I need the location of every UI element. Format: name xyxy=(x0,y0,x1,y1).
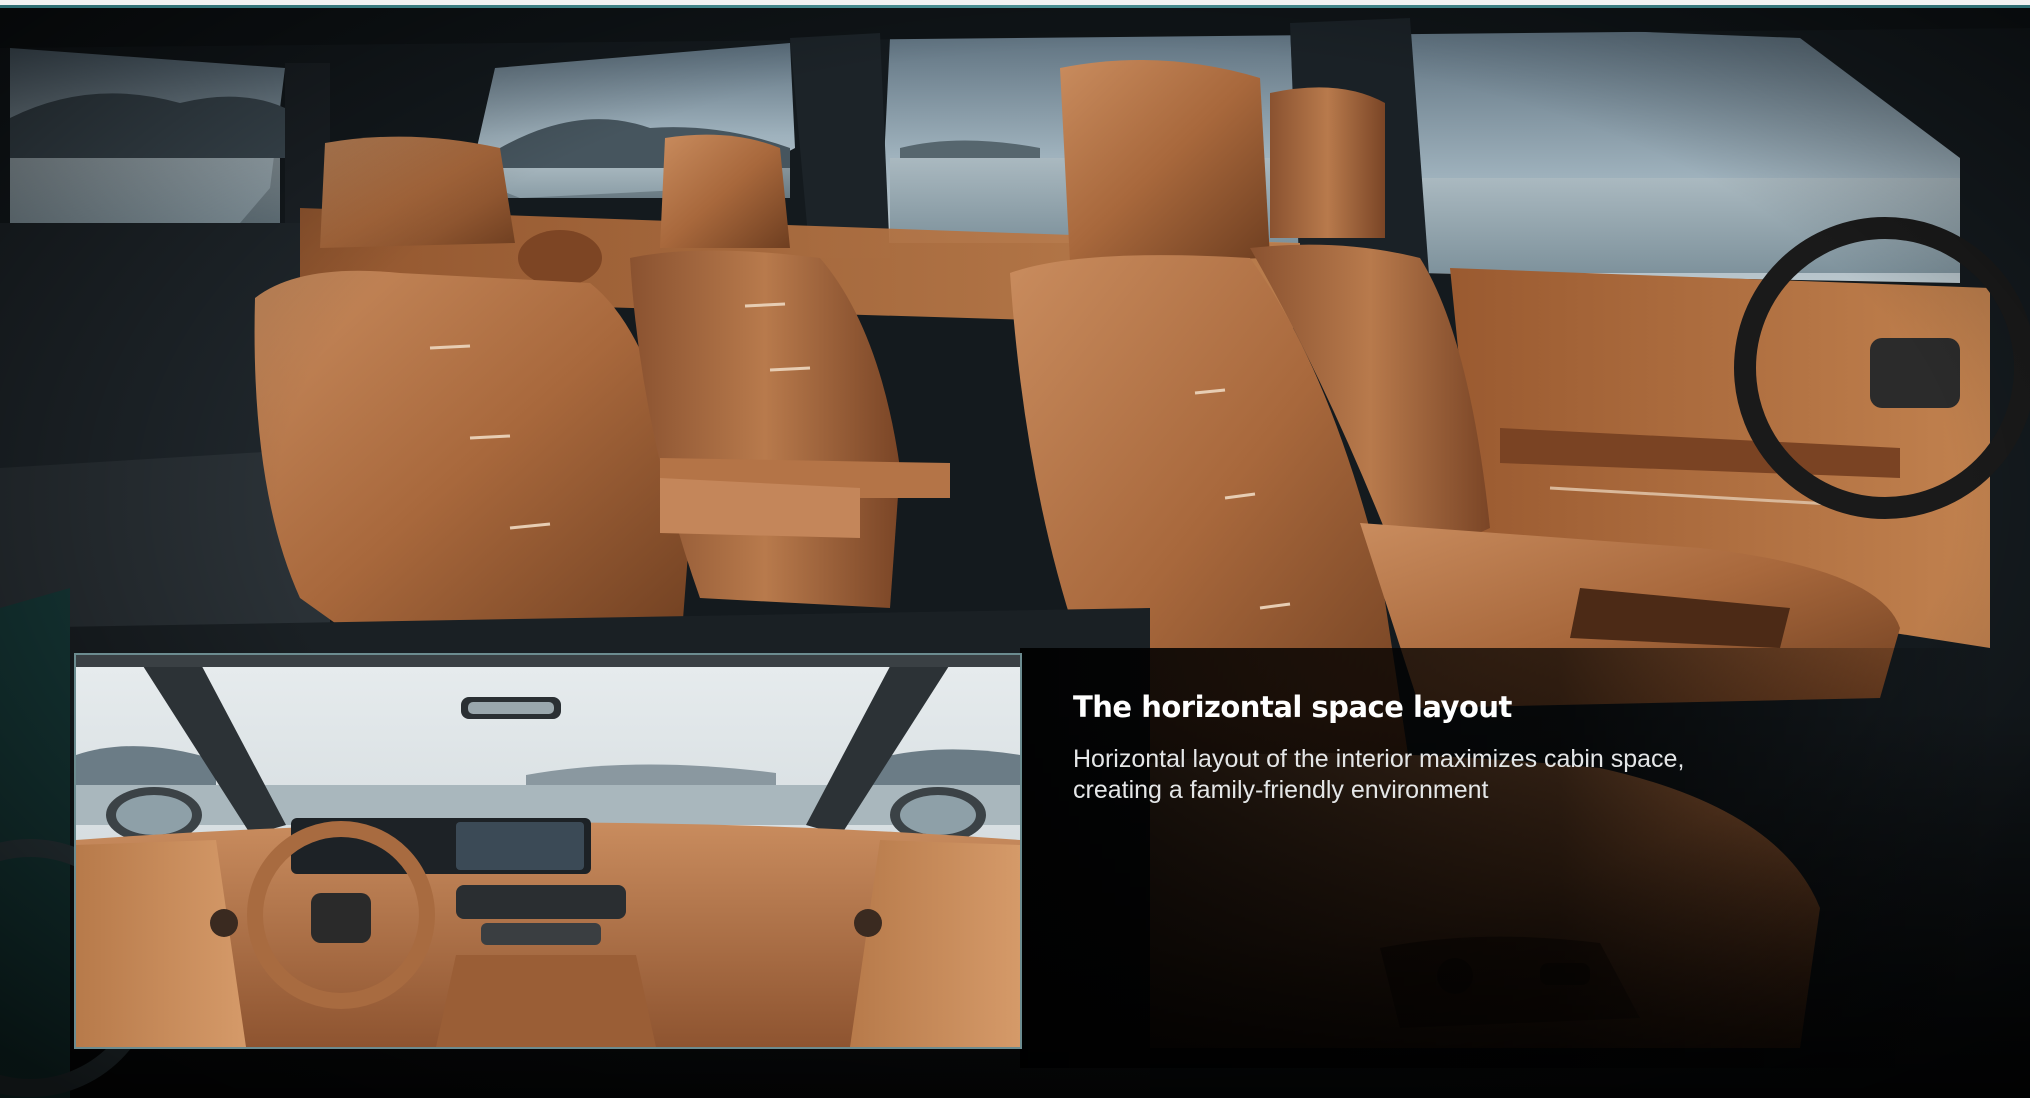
feature-caption: The horizontal space layout Horizontal l… xyxy=(1073,690,1713,806)
slide: The horizontal space layout Horizontal l… xyxy=(0,0,2030,1098)
feature-title: The horizontal space layout xyxy=(1073,690,1512,724)
feature-description: Horizontal layout of the interior maximi… xyxy=(1073,745,1685,804)
inset-dashboard-image xyxy=(74,653,1022,1049)
